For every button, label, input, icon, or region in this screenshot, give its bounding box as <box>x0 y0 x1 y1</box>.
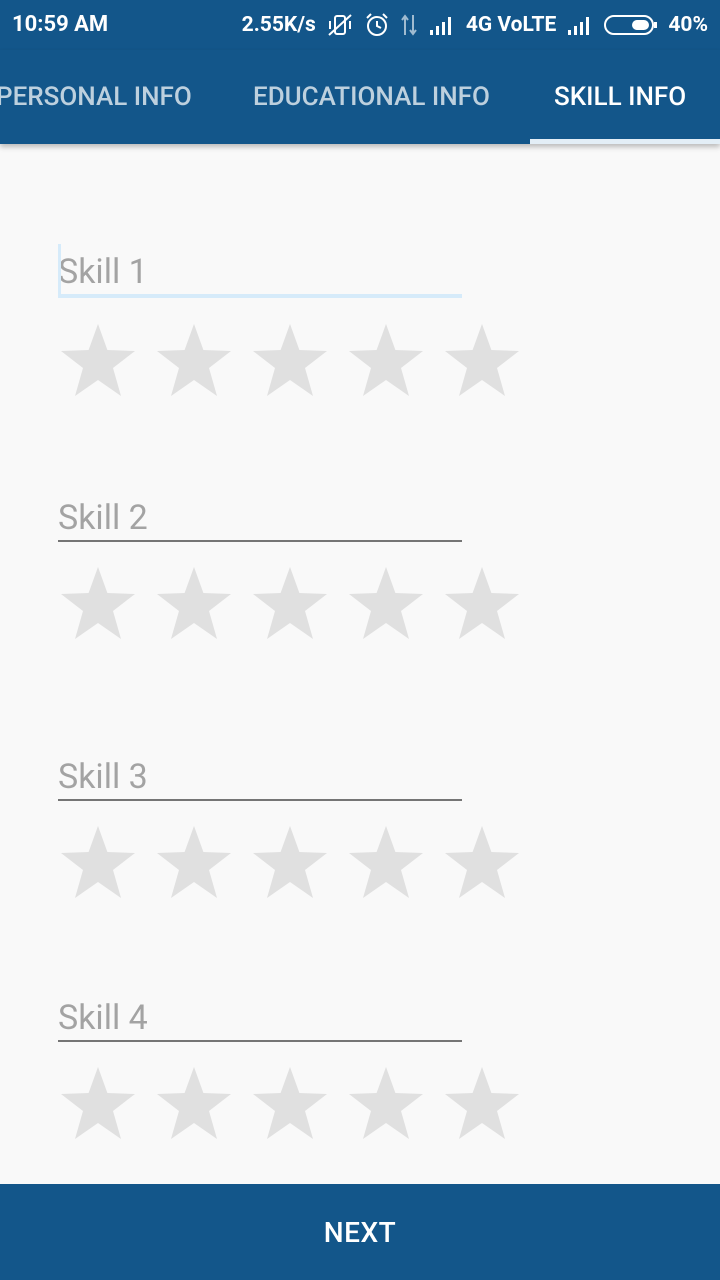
network-speed: 2.55K/s <box>241 13 316 37</box>
signal-icon <box>566 14 594 36</box>
star-icon[interactable] <box>346 1065 426 1143</box>
data-arrows-icon <box>400 13 418 37</box>
star-icon[interactable] <box>58 565 138 643</box>
star-icon[interactable] <box>250 565 330 643</box>
signal-icon <box>428 14 456 36</box>
network-type: 4G VoLTE <box>465 13 557 37</box>
status-time: 10:59 AM <box>12 12 109 37</box>
tab-educational-info[interactable]: EDUCATIONAL INFO <box>253 50 490 144</box>
next-button-label: NEXT <box>323 1215 397 1249</box>
star-icon[interactable] <box>442 824 522 902</box>
skill-2-rating-bar[interactable] <box>58 565 538 643</box>
star-icon[interactable] <box>154 322 234 400</box>
tab-bar: PERSONAL INFO EDUCATIONAL INFO SKILL INF… <box>0 50 720 144</box>
active-tab-indicator <box>530 139 720 144</box>
vibrate-off-icon <box>326 13 354 37</box>
skill-3-input[interactable] <box>58 755 462 801</box>
skill-1-input[interactable] <box>58 250 462 298</box>
star-icon[interactable] <box>154 824 234 902</box>
star-icon[interactable] <box>442 1065 522 1143</box>
tab-personal-info[interactable]: PERSONAL INFO <box>0 50 192 144</box>
star-icon[interactable] <box>442 565 522 643</box>
alarm-icon <box>364 12 390 38</box>
star-icon[interactable] <box>346 565 426 643</box>
star-icon[interactable] <box>346 322 426 400</box>
star-icon[interactable] <box>58 322 138 400</box>
skill-4-rating-bar[interactable] <box>58 1065 538 1143</box>
star-icon[interactable] <box>154 565 234 643</box>
star-icon[interactable] <box>250 322 330 400</box>
star-icon[interactable] <box>442 322 522 400</box>
text-cursor <box>58 244 61 294</box>
star-icon[interactable] <box>250 1065 330 1143</box>
battery-level: 40% <box>668 13 708 37</box>
star-icon[interactable] <box>346 824 426 902</box>
status-icons: 2.55K/s 4G VoLTE 40% <box>242 12 708 38</box>
skill-4-input[interactable] <box>58 996 462 1042</box>
battery-icon <box>604 14 658 36</box>
skill-3-rating-bar[interactable] <box>58 824 538 902</box>
star-icon[interactable] <box>250 824 330 902</box>
star-icon[interactable] <box>58 824 138 902</box>
skill-2-input[interactable] <box>58 496 462 542</box>
status-bar: 10:59 AM 2.55K/s 4G VoLTE 40% <box>0 0 720 50</box>
skill-1-rating-bar[interactable] <box>58 322 538 400</box>
tab-skill-info[interactable]: SKILL INFO <box>554 50 686 144</box>
star-icon[interactable] <box>154 1065 234 1143</box>
next-button[interactable]: NEXT <box>0 1184 720 1280</box>
star-icon[interactable] <box>58 1065 138 1143</box>
